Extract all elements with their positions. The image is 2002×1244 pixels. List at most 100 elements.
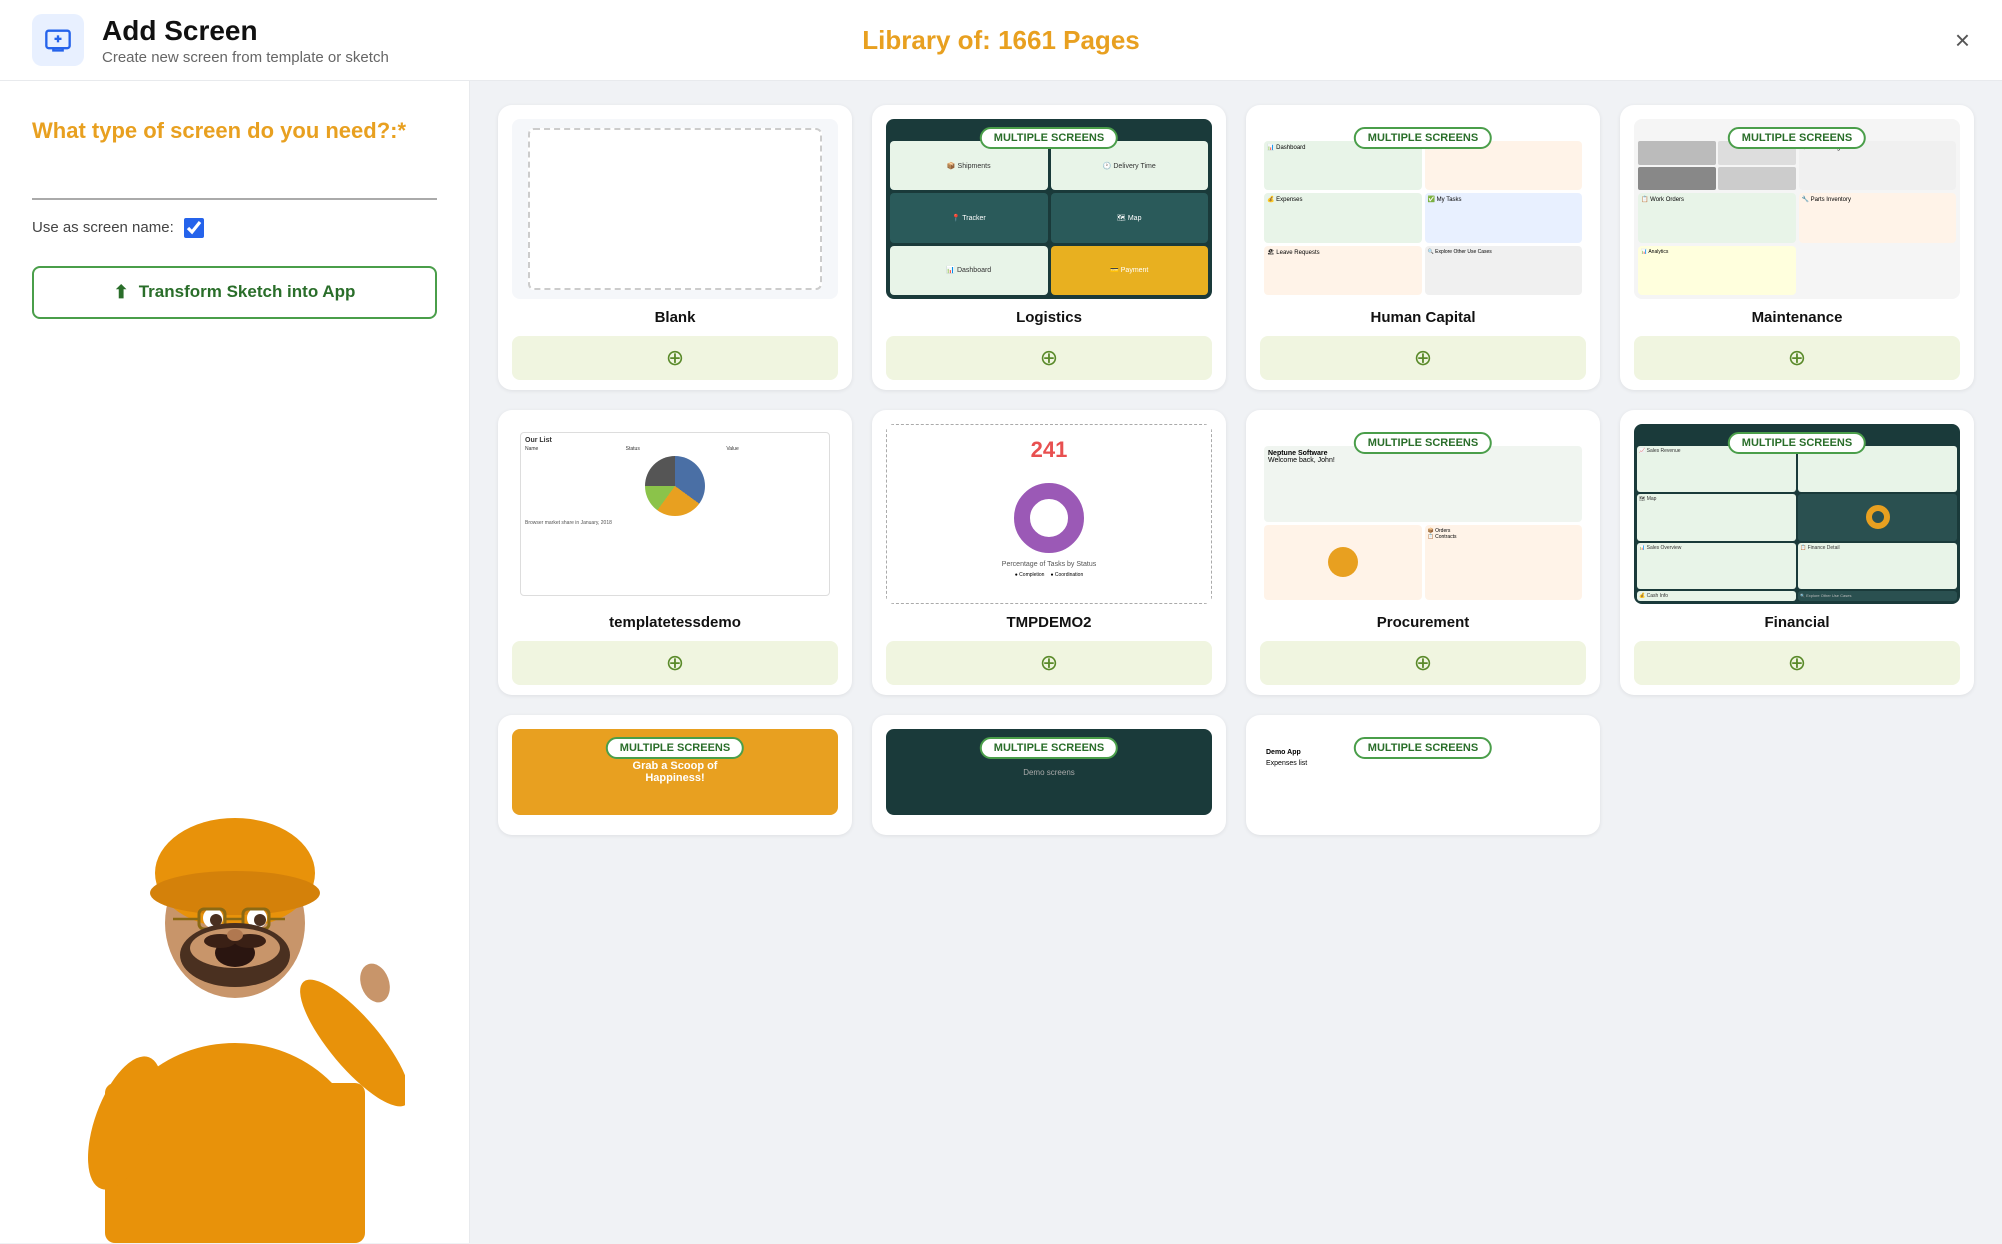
tmp-donut-chart [1014, 483, 1084, 553]
img-cell-3 [1638, 167, 1716, 191]
img-cell-1 [1638, 141, 1716, 165]
multiple-screens-badge-demo2: MULTIPLE SCREENS [980, 737, 1118, 759]
transform-btn-label: Transform Sketch into App [139, 282, 356, 302]
template-card-ice-cream[interactable]: MULTIPLE SCREENS Grab a Scoop ofHappines… [498, 715, 852, 835]
library-count: 1661 Pages [998, 25, 1140, 55]
template-card-maintenance[interactable]: MULTIPLE SCREENS ⚙ Service Log 📋 Work Or… [1620, 105, 1974, 390]
zoom-button-procurement[interactable]: ⊕ [1260, 641, 1586, 685]
fin-card-8: 🔍 Explore Other Use Cases [1798, 591, 1957, 601]
card-title-maintenance: Maintenance [1752, 309, 1843, 326]
template-card-human-capital[interactable]: MULTIPLE SCREENS 📊 Dashboard 📅 Team Cale… [1246, 105, 1600, 390]
multiple-screens-badge-hc: MULTIPLE SCREENS [1354, 127, 1492, 149]
zoom-icon-tess: ⊕ [666, 650, 684, 676]
template-card-demo2[interactable]: MULTIPLE SCREENS Demo screens [872, 715, 1226, 835]
page-title: Add Screen [102, 15, 389, 47]
library-label: Library of: 1661 Pages [862, 25, 1139, 56]
app-header: Add Screen Create new screen from templa… [0, 0, 2002, 81]
hc-card-expenses: 💰 Expenses [1264, 193, 1422, 242]
demo2-preview: MULTIPLE SCREENS Demo screens [886, 729, 1212, 815]
card-title-tess: templatetessdemo [609, 614, 741, 631]
screen-name-input[interactable] [32, 164, 437, 200]
zoom-button-tess[interactable]: ⊕ [512, 641, 838, 685]
person-svg [65, 783, 405, 1243]
template-card-logistics[interactable]: MULTIPLE SCREENS 📦 Shipments 🕐 Delivery … [872, 105, 1226, 390]
zoom-icon-logistics: ⊕ [1040, 345, 1058, 371]
upload-icon: ⬆ [114, 282, 129, 303]
tess-col2: Status [626, 446, 725, 452]
fin-card-4 [1798, 494, 1957, 540]
tess-inner-box: Our List Name Status Value Browser marke… [520, 432, 830, 596]
zoom-button-financial[interactable]: ⊕ [1634, 641, 1960, 685]
expenses-preview: MULTIPLE SCREENS Demo App Expenses list [1260, 729, 1586, 815]
zoom-icon-procurement: ⊕ [1414, 650, 1432, 676]
mt-card-4: 📊 Analytics [1638, 246, 1796, 295]
lp-card-5: 📊 Dashboard [890, 246, 1048, 295]
legend-item-1: ● Completion [1015, 572, 1045, 578]
page-subtitle: Create new screen from template or sketc… [102, 49, 389, 66]
zoom-icon-financial: ⊕ [1788, 650, 1806, 676]
add-screen-icon [32, 14, 84, 66]
tmpdemo2-preview: 241 Percentage of Tasks by Status ● Comp… [886, 424, 1212, 604]
mt-card-3: 🔧 Parts Inventory [1799, 193, 1957, 242]
card-title-logistics: Logistics [1016, 309, 1082, 326]
screen-question: What type of screen do you need?:* [32, 117, 437, 146]
human-capital-preview: MULTIPLE SCREENS 📊 Dashboard 📅 Team Cale… [1260, 119, 1586, 299]
zoom-button-maintenance[interactable]: ⊕ [1634, 336, 1960, 380]
library-prefix: Library of: [862, 25, 991, 55]
proc-welcome: Welcome back, John! [1268, 457, 1578, 464]
card-title-tmpdemo2: TMPDEMO2 [1006, 614, 1091, 631]
demo2-text: Demo screens [1019, 764, 1079, 781]
template-card-expenses[interactable]: MULTIPLE SCREENS Demo App Expenses list [1246, 715, 1600, 835]
proc-circle [1328, 547, 1358, 577]
fin-card-7: 💰 Cash Info [1637, 591, 1796, 601]
mt-card-2: 📋 Work Orders [1638, 193, 1796, 242]
zoom-icon-hc: ⊕ [1414, 345, 1432, 371]
fin-card-5: 📊 Sales Overview [1637, 543, 1796, 589]
hc-card-explore: 🔍 Explore Other Use Cases [1425, 246, 1583, 295]
tess-legend: Browser market share in January, 2018 [525, 520, 825, 526]
main-layout: What type of screen do you need?:* Use a… [0, 81, 2002, 1243]
zoom-button-blank[interactable]: ⊕ [512, 336, 838, 380]
hc-card-leave: 🏖 Leave Requests [1264, 246, 1422, 295]
left-panel: What type of screen do you need?:* Use a… [0, 81, 470, 1243]
img-cell-4 [1718, 167, 1796, 191]
maintenance-preview: MULTIPLE SCREENS ⚙ Service Log 📋 Work Or… [1634, 119, 1960, 299]
zoom-button-hc[interactable]: ⊕ [1260, 336, 1586, 380]
fin-gauge [1866, 505, 1890, 529]
hc-card-tasks: ✅ My Tasks [1425, 193, 1583, 242]
transform-sketch-button[interactable]: ⬆ Transform Sketch into App [32, 266, 437, 319]
use-as-screen-name-checkbox[interactable] [184, 218, 204, 238]
checkbox-row: Use as screen name: [32, 218, 437, 238]
proc-card-1: Neptune Software Welcome back, John! [1264, 446, 1582, 522]
proc-card-3: 📦 Orders📋 Contracts [1425, 525, 1583, 601]
right-panel[interactable]: Blank ⊕ MULTIPLE SCREENS 📦 Shipments 🕐 D… [470, 81, 2002, 1243]
template-card-blank[interactable]: Blank ⊕ [498, 105, 852, 390]
lp-card-6: 💳 Payment [1051, 246, 1209, 295]
tmp-label: Percentage of Tasks by Status [1002, 561, 1096, 568]
zoom-button-tmpdemo2[interactable]: ⊕ [886, 641, 1212, 685]
template-card-financial[interactable]: MULTIPLE SCREENS 📈 Sales Revenue 🎯 Key K… [1620, 410, 1974, 695]
zoom-icon-blank: ⊕ [666, 345, 684, 371]
tess-col1: Name [525, 446, 624, 452]
lp-card-3: 📍 Tracker [890, 193, 1048, 242]
tess-inner: Our List Name Status Value Browser marke… [512, 424, 838, 604]
multiple-screens-badge-fin: MULTIPLE SCREENS [1728, 432, 1866, 454]
tess-col3: Value [726, 446, 825, 452]
multiple-screens-badge-exp: MULTIPLE SCREENS [1354, 737, 1492, 759]
tmp-inner: 241 Percentage of Tasks by Status ● Comp… [886, 424, 1212, 604]
tess-cols: Name Status Value [525, 446, 825, 452]
expenses-label: Expenses list [1266, 760, 1580, 767]
tess-header: Our List [525, 437, 825, 444]
tess-preview: Our List Name Status Value Browser marke… [512, 424, 838, 604]
card-title-human-capital: Human Capital [1370, 309, 1475, 326]
card-title-procurement: Procurement [1377, 614, 1470, 631]
close-button[interactable]: × [1955, 27, 1970, 53]
tmp-legend: ● Completion ● Coordination [1015, 572, 1083, 578]
template-card-tmpdemo2[interactable]: 241 Percentage of Tasks by Status ● Comp… [872, 410, 1226, 695]
zoom-button-logistics[interactable]: ⊕ [886, 336, 1212, 380]
financial-preview: MULTIPLE SCREENS 📈 Sales Revenue 🎯 Key K… [1634, 424, 1960, 604]
template-card-procurement[interactable]: MULTIPLE SCREENS Neptune Software Welcom… [1246, 410, 1600, 695]
multiple-screens-badge-logistics: MULTIPLE SCREENS [980, 127, 1118, 149]
template-card-tess[interactable]: Our List Name Status Value Browser marke… [498, 410, 852, 695]
procurement-preview: MULTIPLE SCREENS Neptune Software Welcom… [1260, 424, 1586, 604]
